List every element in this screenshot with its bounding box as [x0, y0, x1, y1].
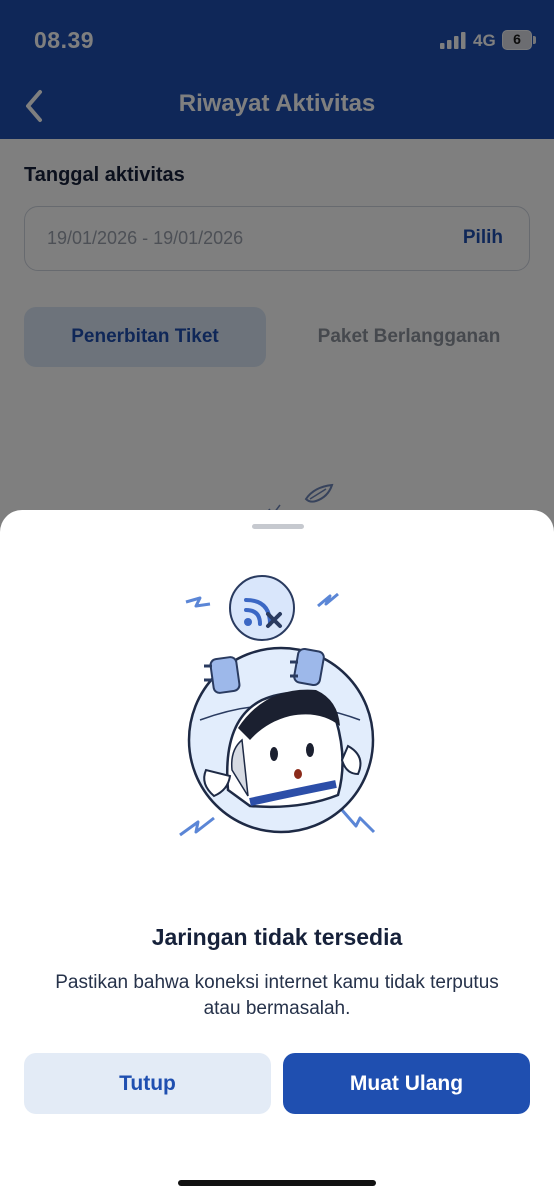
sheet-drag-handle[interactable] — [252, 524, 304, 529]
sheet-message: Pastikan bahwa koneksi internet kamu tid… — [55, 972, 499, 1019]
reload-button[interactable]: Muat Ulang — [283, 1053, 530, 1114]
home-indicator[interactable] — [178, 1180, 376, 1186]
sheet-title: Jaringan tidak tersedia — [151, 924, 403, 950]
app-screen: 08.39 4G 6 Riwayat Aktivitas Tanggal akt… — [0, 0, 554, 1200]
network-error-sheet: Jaringan tidak tersedia Pastikan bahwa k… — [0, 510, 554, 1200]
no-network-mascot-illustration — [179, 575, 376, 837]
close-button[interactable]: Tutup — [24, 1053, 271, 1114]
